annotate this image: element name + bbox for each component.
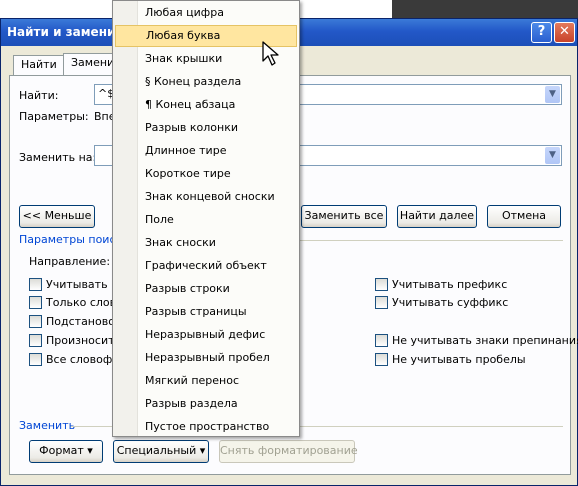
menu-item-nonbreaking-hyphen[interactable]: Неразрывный дефис [115, 324, 297, 346]
checkbox-box[interactable] [375, 278, 388, 291]
option-label: Не учитывать пробелы [392, 353, 526, 366]
menu-item-soft-hyphen[interactable]: Мягкий перенос [115, 370, 297, 392]
close-button[interactable]: ✕ [554, 22, 575, 43]
menu-item-line-break[interactable]: Разрыв строки [115, 278, 297, 300]
cancel-button[interactable]: Отмена [487, 205, 561, 228]
format-button[interactable]: Формат ▾ [29, 440, 103, 463]
menu-item-whitespace[interactable]: Пустое пространство [115, 416, 297, 438]
find-label: Найти: [19, 89, 59, 102]
option-checkbox[interactable]: Не учитывать пробелы [375, 353, 526, 367]
menu-item-any-digit[interactable]: Любая цифра [115, 2, 297, 24]
params-label: Параметры: [19, 110, 89, 123]
menu-item-paragraph-mark[interactable]: ¶ Конец абзаца [115, 94, 297, 116]
menu-item-graphic[interactable]: Графический объект [115, 255, 297, 277]
replace-label: Заменить на: [19, 151, 97, 164]
clear-formatting-button: Снять форматирование [219, 440, 358, 463]
checkbox-box[interactable] [375, 353, 388, 366]
checkbox-box[interactable] [29, 315, 42, 328]
option-label: Учитывать суффикс [392, 296, 509, 309]
checkbox-box[interactable] [29, 278, 42, 291]
menu-item-nonbreaking-space[interactable]: Неразрывный пробел [115, 347, 297, 369]
menu-item-column-break[interactable]: Разрыв колонки [115, 117, 297, 139]
dropdown-arrow-icon: ▾ [87, 444, 93, 457]
checkbox-box[interactable] [29, 353, 42, 366]
menu-item-endnote-mark[interactable]: Знак концевой сноски [115, 186, 297, 208]
option-label: Учитывать р [46, 278, 119, 291]
option-checkbox[interactable]: Учитывать префикс [375, 278, 507, 292]
replace-all-button[interactable]: Заменить все [301, 205, 387, 228]
checkbox-box[interactable] [375, 296, 388, 309]
dropdown-arrow-icon: ▾ [199, 444, 206, 457]
menu-item-footnote-mark[interactable]: Знак сноски [115, 232, 297, 254]
background-window [392, 0, 578, 18]
option-checkbox[interactable]: Учитывать р [29, 278, 118, 292]
option-label: Подстановоч [46, 315, 122, 328]
chevron-down-icon[interactable]: ▼ [545, 86, 560, 103]
menu-item-en-dash[interactable]: Короткое тире [115, 163, 297, 185]
mouse-pointer-icon [262, 41, 279, 66]
checkbox-box[interactable] [375, 334, 388, 347]
checkbox-box[interactable] [29, 334, 42, 347]
menu-item-section-break[interactable]: Разрыв раздела [115, 393, 297, 415]
tab-find[interactable]: Найти [13, 55, 65, 75]
dialog-title: Найти и заменит [7, 25, 123, 39]
format-button-label: Формат [39, 444, 84, 457]
find-next-button[interactable]: Найти далее [397, 205, 477, 228]
checkbox-box[interactable] [29, 296, 42, 309]
help-button[interactable]: ? [531, 22, 552, 43]
menu-item-em-dash[interactable]: Длинное тире [115, 140, 297, 162]
special-button-label: Специальный [116, 444, 197, 457]
special-button[interactable]: Специальный ▾ [113, 440, 209, 463]
less-button[interactable]: << Меньше [19, 205, 95, 228]
option-label: Не учитывать знаки препинания [392, 334, 578, 347]
option-checkbox[interactable]: Только слово [29, 296, 123, 310]
option-checkbox[interactable]: Не учитывать знаки препинания [375, 334, 578, 348]
menu-item-field[interactable]: Поле [115, 209, 297, 231]
direction-label: Направление: [29, 255, 111, 268]
menu-item-section-break-char[interactable]: § Конец раздела [115, 71, 297, 93]
replace-section-title: Заменить [19, 419, 76, 432]
option-checkbox[interactable]: Учитывать суффикс [375, 296, 508, 310]
menu-item-page-break[interactable]: Разрыв страницы [115, 301, 297, 323]
chevron-down-icon[interactable]: ▼ [545, 147, 560, 164]
option-label: Учитывать префикс [392, 278, 508, 291]
option-checkbox[interactable]: Подстановоч [29, 315, 121, 329]
